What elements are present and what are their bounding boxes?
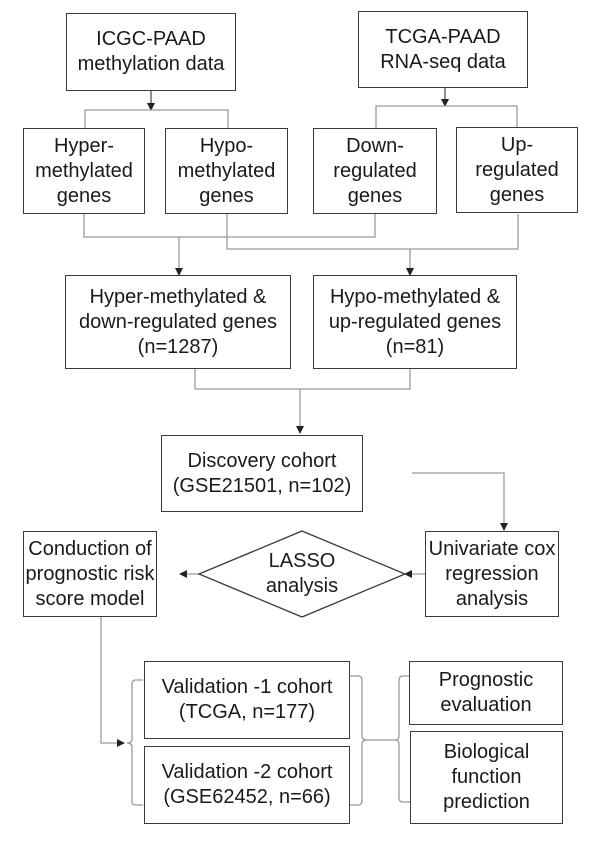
- node-icgc-methylation[interactable]: ICGC-PAAD methylation data: [66, 13, 236, 91]
- node-univariate-cox[interactable]: Univariate cox regression analysis: [425, 531, 559, 617]
- node-hypo-up-genes[interactable]: Hypo-methylated & up-regulated genes (n=…: [313, 275, 517, 369]
- validation-right-brace: [350, 675, 368, 806]
- node-hyper-down-genes[interactable]: Hyper-methylated & down-regulated genes …: [65, 275, 291, 369]
- node-hyper-methylated[interactable]: Hyper- methylated genes: [23, 128, 145, 214]
- node-discovery-cohort[interactable]: Discovery cohort (GSE21501, n=102): [161, 435, 363, 512]
- edge-hyper-down-merge: [83, 214, 376, 238]
- edge-tcga-branch: [375, 105, 518, 128]
- edge-hypo-up-merge: [226, 214, 519, 250]
- lasso-label: LASSO analysis: [265, 550, 339, 597]
- outcome-brace: [394, 675, 410, 803]
- node-validation-1[interactable]: Validation -1 cohort (TCGA, n=177): [144, 661, 350, 739]
- edge-cohort-merge: [194, 369, 411, 390]
- node-tcga-rnaseq[interactable]: TCGA-PAAD RNA-seq data: [358, 11, 528, 88]
- node-prognostic-evaluation[interactable]: Prognostic evaluation: [409, 661, 563, 725]
- node-hypo-methylated[interactable]: Hypo- methylated genes: [165, 128, 288, 214]
- node-down-regulated[interactable]: Down- regulated genes: [313, 128, 437, 214]
- validation-left-brace: [126, 679, 143, 806]
- edge-icgc-branch: [84, 109, 229, 128]
- node-validation-2[interactable]: Validation -2 cohort (GSE62452, n=66): [144, 746, 350, 824]
- node-biological-function[interactable]: Biological function prediction: [410, 731, 563, 824]
- node-up-regulated[interactable]: Up- regulated genes: [456, 127, 578, 213]
- edge-to-validation: [100, 617, 125, 747]
- edge-to-univariate: [412, 472, 508, 531]
- node-risk-score-model[interactable]: Conduction of prognostic risk score mode…: [23, 531, 157, 617]
